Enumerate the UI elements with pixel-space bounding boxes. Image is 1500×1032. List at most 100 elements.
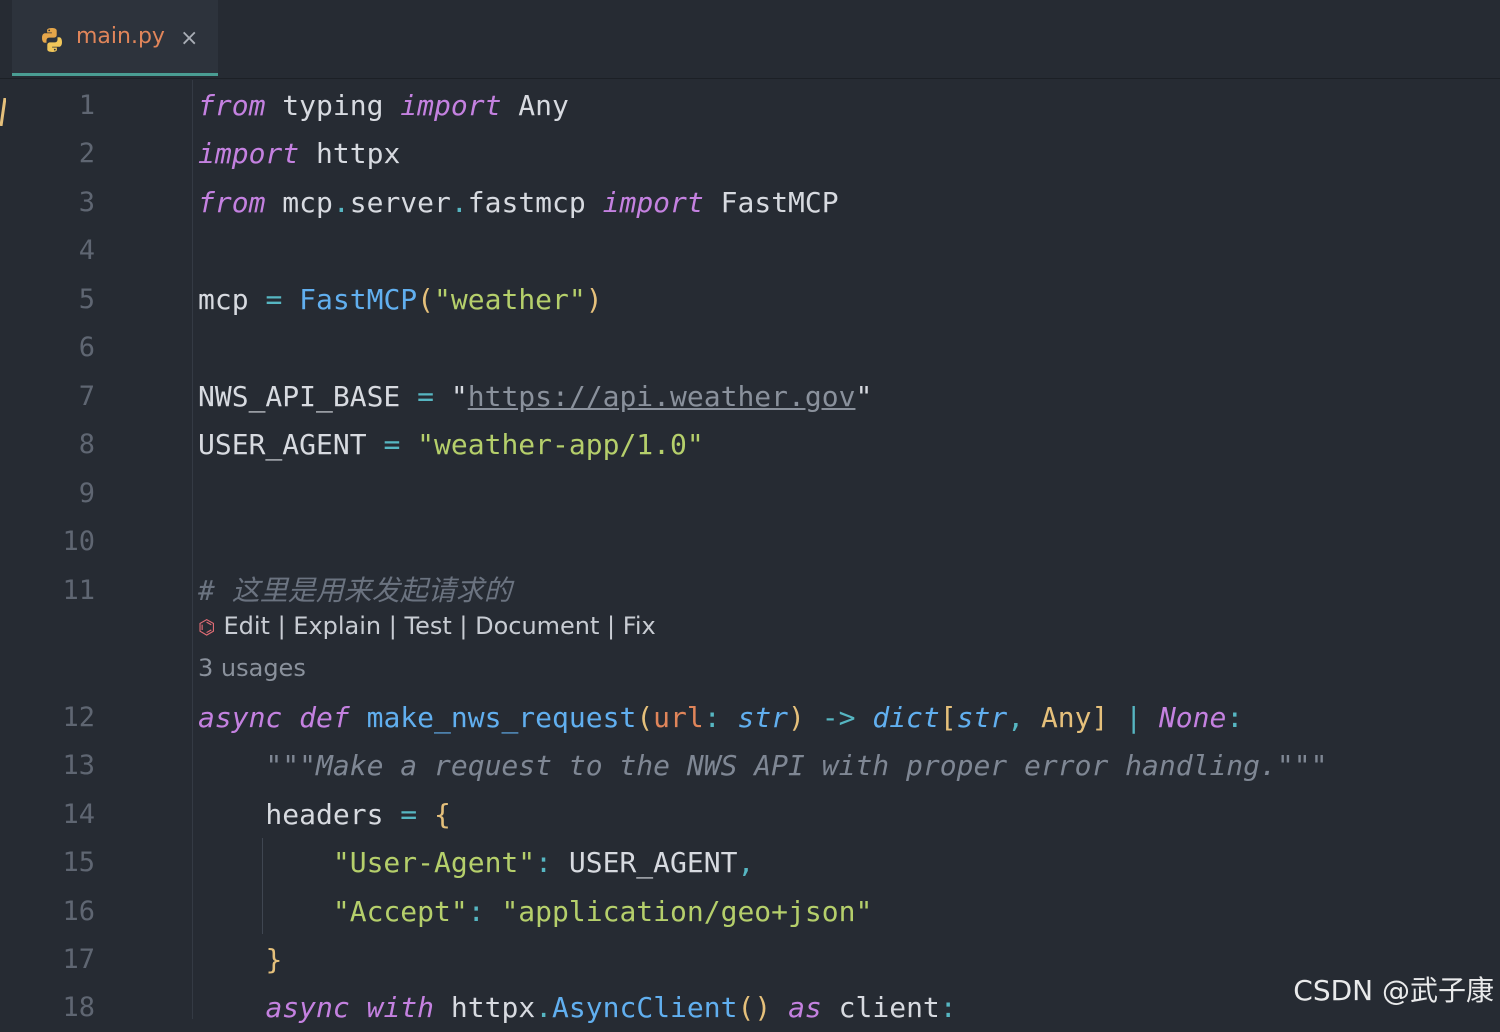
code-line[interactable]: 10: [0, 518, 1500, 566]
code-token: :: [939, 991, 957, 1024]
code-text: headers = {: [198, 791, 450, 839]
code-token: (): [737, 991, 772, 1024]
tab-filename: main.py: [76, 24, 165, 49]
code-token: "User-Agent": [332, 846, 536, 879]
code-token: USER_AGENT: [198, 428, 384, 461]
line-number: 15: [62, 847, 95, 878]
code-token: FastMCP: [299, 283, 418, 316]
code-line[interactable]: 14 headers = {: [0, 791, 1500, 839]
code-text: }: [198, 936, 282, 984]
close-icon[interactable]: ×: [180, 26, 198, 51]
ai-actions-label: Edit | Explain | Test | Document | Fix: [223, 612, 656, 640]
python-icon: [42, 28, 62, 52]
code-line[interactable]: 6: [0, 324, 1500, 372]
code-line[interactable]: 2 import httpx: [0, 130, 1500, 178]
code-token: NWS_API_BASE: [198, 380, 418, 413]
code-token: USER_AGENT: [552, 846, 738, 879]
code-token: https://api.weather.gov: [467, 380, 856, 413]
code-token: with: [366, 991, 435, 1024]
code-line[interactable]: 17 }: [0, 936, 1500, 984]
code-line[interactable]: 16 "Accept": "application/geo+json": [0, 888, 1500, 936]
code-token: :: [467, 895, 485, 928]
code-line[interactable]: 1 from typing import Any: [0, 82, 1500, 130]
code-token: =: [265, 283, 283, 316]
code-line[interactable]: 4: [0, 227, 1500, 275]
code-token: make_nws_request: [366, 701, 637, 734]
code-line[interactable]: 9: [0, 470, 1500, 518]
code-token: import: [602, 186, 704, 219]
line-number: 13: [62, 750, 95, 781]
code-line[interactable]: 13 """Make a request to the NWS API with…: [0, 742, 1500, 790]
code-token: async: [198, 701, 283, 734]
code-token: from: [198, 186, 266, 219]
ai-inlay-actions[interactable]: ⌬ Edit | Explain | Test | Document | Fix: [198, 612, 656, 640]
code-token: .: [332, 186, 350, 219]
tab-main-py[interactable]: main.py ×: [12, 0, 218, 76]
code-token: "weather-app/1.0": [417, 428, 704, 461]
code-token: ,: [1007, 701, 1025, 734]
code-token: async: [265, 991, 350, 1024]
code-token: str: [737, 701, 789, 734]
usages-hint[interactable]: 3 usages: [198, 654, 306, 682]
line-number: 17: [62, 944, 95, 975]
code-text: "User-Agent": USER_AGENT,: [198, 839, 754, 887]
code-token: None: [1158, 701, 1227, 734]
code-text: """Make a request to the NWS API with pr…: [198, 742, 1327, 790]
code-line[interactable]: 7 NWS_API_BASE = "https://api.weather.gov…: [0, 373, 1500, 421]
code-token: "application/geo+json": [501, 895, 873, 928]
code-line[interactable]: 12 async def make_nws_request(url: str) -…: [0, 694, 1500, 742]
code-token: ): [788, 701, 805, 734]
code-text: mcp = FastMCP("weather"): [198, 276, 603, 324]
line-number: 9: [78, 478, 95, 509]
code-token: dict: [872, 701, 940, 734]
line-number: 4: [78, 235, 95, 266]
code-token: =: [417, 380, 435, 413]
code-token: "Accept": [332, 895, 468, 928]
code-line[interactable]: 3 from mcp.server.fastmcp import FastMCP: [0, 179, 1500, 227]
code-token: """Make a request to the NWS API with pr…: [198, 749, 1328, 782]
code-token: =: [383, 428, 401, 461]
line-number: 2: [78, 138, 95, 169]
code-editor[interactable]: 1 from typing import Any 2 import httpx 3 fro…: [0, 80, 1500, 1024]
ai-assistant-icon: ⌬: [198, 615, 216, 639]
code-text: USER_AGENT = "weather-app/1.0": [198, 421, 704, 469]
line-number: 16: [62, 896, 95, 927]
code-token: httpx: [434, 991, 536, 1024]
code-line[interactable]: 5 mcp = FastMCP("weather"): [0, 276, 1500, 324]
code-token: Any: [1040, 701, 1092, 734]
code-token: as: [788, 991, 822, 1024]
code-token: .: [450, 186, 468, 219]
code-line[interactable]: 11 # 这里是用来发起请求的: [0, 567, 1500, 615]
code-token: (: [417, 283, 435, 316]
code-token: typing: [265, 89, 401, 122]
code-token: fastmcp: [467, 186, 603, 219]
code-token: headers: [198, 798, 401, 831]
code-token: (: [636, 701, 654, 734]
code-token: :: [703, 701, 721, 734]
line-number: 1: [78, 90, 95, 121]
line-number: 14: [62, 799, 95, 830]
code-token: FastMCP: [703, 186, 839, 219]
code-line[interactable]: 18 async with httpx.AsyncClient() as cli…: [0, 984, 1500, 1032]
line-number: 3: [78, 187, 95, 218]
editor-tab-bar: main.py ×: [0, 0, 1500, 79]
code-line[interactable]: 8 USER_AGENT = "weather-app/1.0": [0, 421, 1500, 469]
code-line[interactable]: 15 "User-Agent": USER_AGENT,: [0, 839, 1500, 887]
code-token: :: [535, 846, 553, 879]
code-text: async def make_nws_request(url: str) -> …: [198, 694, 1243, 742]
code-token: import: [198, 137, 300, 170]
code-token: =: [400, 798, 418, 831]
